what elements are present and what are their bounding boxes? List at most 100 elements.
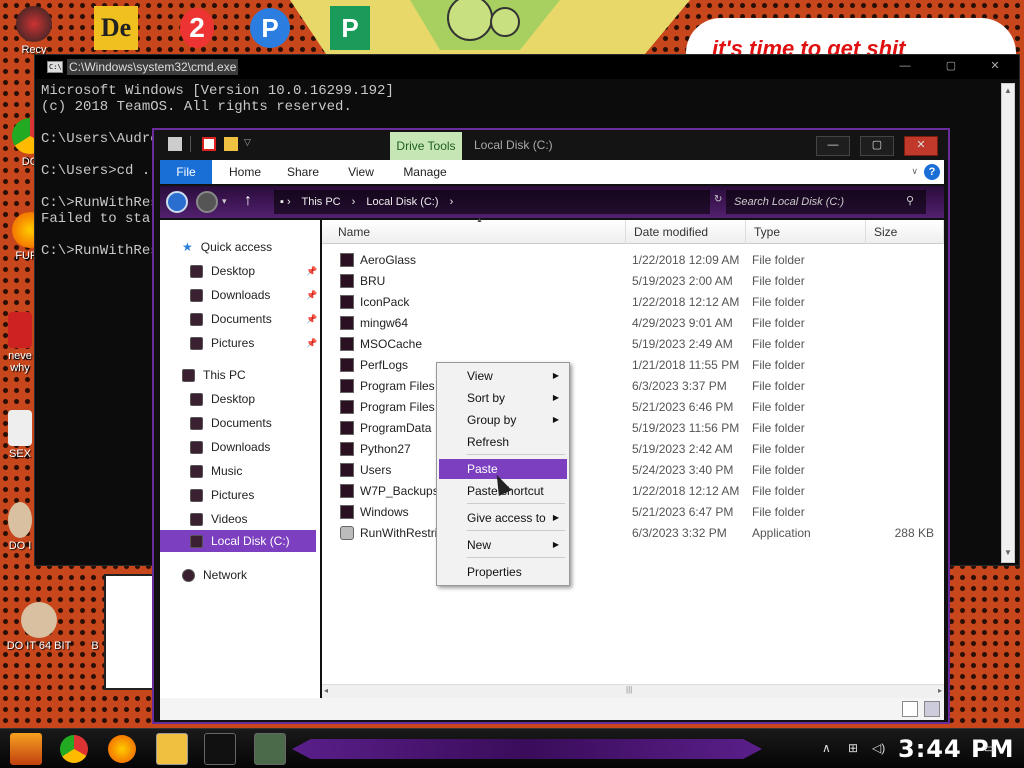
horizontal-scrollbar[interactable]: ◂ ||| ▸ [322, 684, 944, 698]
tab-manage[interactable]: Manage [396, 160, 454, 184]
nav-pc-downloads[interactable]: Downloads [190, 436, 270, 458]
volume-icon[interactable]: ◁) [872, 741, 888, 757]
table-row[interactable]: AeroGlass 1/22/2018 12:09 AM File folder [336, 250, 942, 271]
breadcrumb-local-disk[interactable]: Local Disk (C:) [366, 196, 438, 208]
pin-icon[interactable]: 📌 [306, 290, 317, 301]
properties-icon[interactable] [168, 137, 182, 151]
table-row[interactable]: PerfLogs 1/21/2018 11:55 PM File folder [336, 355, 942, 376]
maximize-icon[interactable]: ▢ [929, 55, 973, 79]
table-row[interactable]: Windows 5/21/2023 6:47 PM File folder [336, 502, 942, 523]
tab-drive-tools[interactable]: Drive Tools [390, 132, 462, 160]
large-icons-view-icon[interactable] [924, 701, 940, 717]
table-row[interactable]: RunWithRestricte 6/3/2023 3:32 PM Applicat… [336, 523, 942, 544]
tab-home[interactable]: Home [222, 160, 268, 184]
cmd-taskbar-icon[interactable] [204, 733, 236, 765]
up-arrow-icon[interactable]: ↑ [244, 192, 252, 210]
explorer-titlebar[interactable]: ▽ Drive Tools Local Disk (C:) — ▢ ✕ [154, 130, 948, 160]
minimize-icon[interactable]: — [883, 55, 927, 79]
scroll-thumb[interactable]: ||| [626, 685, 632, 694]
desktop-icon-p[interactable]: P [250, 8, 290, 48]
table-row[interactable]: W7P_Backups 1/22/2018 12:12 AM File folder [336, 481, 942, 502]
menu-item-group-by[interactable]: Group by ▶ [439, 410, 567, 430]
desktop-icon-de[interactable]: De [94, 6, 138, 50]
table-row[interactable]: Program Files 6/3/2023 3:37 PM File folder [336, 376, 942, 397]
back-icon[interactable] [166, 191, 188, 213]
nav-qa-pictures[interactable]: Pictures [190, 332, 254, 354]
tab-share[interactable]: Share [280, 160, 326, 184]
pin-icon[interactable]: 📌 [306, 314, 317, 325]
column-header-name[interactable]: Name [322, 220, 626, 244]
table-row[interactable]: Program Files (x 5/21/2023 6:46 PM File fo… [336, 397, 942, 418]
pin-icon[interactable]: 📌 [306, 266, 317, 277]
new-folder-icon[interactable] [224, 137, 238, 151]
menu-item-properties[interactable]: Properties [439, 562, 567, 582]
menu-item-give-access[interactable]: Give access to ▶ [439, 508, 567, 528]
scroll-right-icon[interactable]: ▸ [938, 686, 942, 695]
table-row[interactable]: IconPack 1/22/2018 12:12 AM File folder [336, 292, 942, 313]
search-icon[interactable]: ⚲ [906, 194, 914, 207]
scroll-down-icon[interactable]: ▼ [1002, 546, 1014, 560]
network-tray-icon[interactable]: ⊞ [848, 741, 864, 757]
nav-pc-pictures[interactable]: Pictures [190, 484, 254, 506]
help-icon[interactable]: ? [924, 164, 940, 180]
table-row[interactable]: Users 5/24/2023 3:40 PM File folder [336, 460, 942, 481]
table-row[interactable]: mingw64 4/29/2023 9:01 AM File folder [336, 313, 942, 334]
breadcrumb-this-pc[interactable]: This PC [301, 196, 340, 208]
close-icon[interactable]: ✕ [973, 55, 1017, 79]
tab-view[interactable]: View [338, 160, 384, 184]
close-icon[interactable]: ✕ [904, 136, 938, 156]
forward-icon[interactable] [196, 191, 218, 213]
table-row[interactable]: MSOCache 5/19/2023 2:49 AM File folder [336, 334, 942, 355]
desktop-icon-two[interactable]: 2 [180, 8, 214, 48]
expand-ribbon-icon[interactable]: ∨ [911, 166, 918, 177]
menu-item-sort-by[interactable]: Sort by ▶ [439, 388, 567, 408]
nav-pc-music[interactable]: Music [190, 460, 242, 482]
pin-icon[interactable]: 📌 [306, 338, 317, 349]
chevron-down-icon[interactable]: ▽ [244, 137, 258, 151]
column-header-size[interactable]: Size [866, 220, 944, 244]
file-list[interactable]: Name ▲ Date modified Type Size AeroGlass… [322, 217, 944, 690]
nav-pc-documents[interactable]: Documents [190, 412, 272, 434]
address-bar[interactable]: ▪ › This PC › Local Disk (C:) › [274, 190, 710, 214]
nav-qa-desktop[interactable]: Desktop [190, 260, 255, 282]
menu-item-refresh[interactable]: Refresh [439, 432, 567, 452]
column-header-type[interactable]: Type [746, 220, 866, 244]
nav-quick-access[interactable]: ★ Quick access [182, 236, 272, 258]
maximize-icon[interactable]: ▢ [860, 136, 894, 156]
chevron-up-icon[interactable]: ∧ [822, 741, 838, 757]
search-input[interactable]: Search Local Disk (C:) [726, 190, 926, 214]
start-button[interactable] [10, 733, 42, 765]
navigation-pane[interactable]: ★ Quick access Desktop 📌 Downloads 📌 Doc… [160, 220, 320, 720]
nav-pc-desktop[interactable]: Desktop [190, 388, 255, 410]
desktop-icon-doit64[interactable]: DO IT 64 BIT [4, 602, 74, 652]
table-row[interactable]: BRU 5/19/2023 2:00 AM File folder [336, 271, 942, 292]
desktop-icon-recycle[interactable]: Recy [4, 6, 64, 56]
file-explorer-icon[interactable] [156, 733, 188, 765]
nav-qa-downloads[interactable]: Downloads [190, 284, 270, 306]
refresh-icon[interactable]: ↻ [714, 194, 722, 205]
notification-icon[interactable]: ▭ [984, 741, 1000, 757]
nav-local-disk[interactable]: Local Disk (C:) [160, 530, 316, 552]
scroll-left-icon[interactable]: ◂ [324, 686, 328, 695]
menu-item-new[interactable]: New ▶ [439, 535, 567, 555]
recent-chevron-icon[interactable]: ▾ [222, 196, 227, 207]
table-row[interactable]: Python27 5/19/2023 2:42 AM File folder [336, 439, 942, 460]
column-header-date[interactable]: Date modified [626, 220, 746, 244]
tab-file[interactable]: File [160, 160, 212, 184]
cmd-titlebar[interactable]: C:\ C:\Windows\system32\cmd.exe [35, 55, 1019, 79]
chrome-icon[interactable] [60, 735, 88, 763]
nav-network[interactable]: Network [182, 564, 247, 586]
nav-qa-documents[interactable]: Documents [190, 308, 272, 330]
nav-pc-videos[interactable]: Videos [190, 508, 247, 530]
checklist-icon[interactable] [202, 137, 216, 151]
scroll-up-icon[interactable]: ▲ [1002, 84, 1014, 98]
minimize-icon[interactable]: — [816, 136, 850, 156]
table-row[interactable]: ProgramData 5/19/2023 11:56 PM File folder [336, 418, 942, 439]
desktop-icon-publisher[interactable]: P [330, 6, 370, 50]
menu-item-view[interactable]: View ▶ [439, 366, 567, 386]
nav-this-pc[interactable]: This PC [182, 364, 246, 386]
details-view-icon[interactable] [902, 701, 918, 717]
firefox-icon[interactable] [108, 735, 136, 763]
app-taskbar-icon[interactable] [254, 733, 286, 765]
cmd-scrollbar[interactable]: ▲ ▼ [1001, 83, 1015, 563]
